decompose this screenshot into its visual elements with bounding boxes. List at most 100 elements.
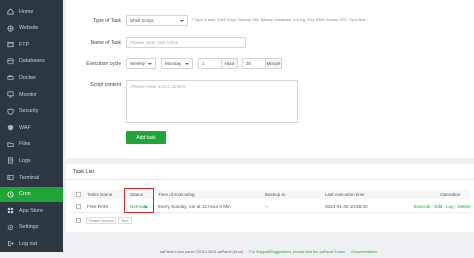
sidebar-item-label: Monitor — [19, 91, 37, 98]
task-name-placeholder: Please enter task name — [130, 40, 179, 45]
col-tasks-name: Tasks Name — [87, 192, 113, 197]
row-last-exec: 2024-01-30 10:55:00 — [325, 204, 368, 209]
sidebar-item-home[interactable]: Home — [0, 4, 63, 19]
database-icon — [6, 57, 14, 65]
edit-link[interactable]: Edit — [434, 204, 442, 209]
batch-run-label: Run — [121, 218, 129, 223]
sidebar-item-label: Databases — [19, 58, 45, 65]
cycle-value: Weekly — [130, 61, 145, 66]
sidebar-item-label: Terminal — [19, 174, 40, 181]
task-list-divider — [66, 179, 474, 180]
day-select[interactable]: Monday — [161, 58, 193, 69]
minute-input[interactable]: 30 — [242, 58, 266, 69]
logout-icon — [6, 240, 14, 248]
monitor-icon — [6, 91, 14, 99]
globe-icon — [6, 24, 14, 32]
sidebar-item-label: Logs — [19, 157, 31, 164]
minute-value: 30 — [246, 61, 252, 66]
sidebar-item-waf[interactable]: WAF — [0, 120, 63, 135]
row-checkbox[interactable] — [76, 204, 81, 209]
sidebar-item-label: Home — [19, 8, 34, 15]
sidebar-item-website[interactable]: Website — [0, 21, 63, 36]
sidebar-item-terminal[interactable]: Terminal — [0, 170, 63, 185]
sidebar-item-databases[interactable]: Databases — [0, 54, 63, 69]
sidebar-item-label: Website — [19, 25, 39, 32]
waf-icon — [6, 124, 14, 132]
app-store-icon — [6, 207, 14, 215]
chevron-down-icon — [180, 20, 184, 22]
sidebar-item-label: Files — [19, 141, 31, 148]
batch-run-button[interactable]: Run — [118, 217, 132, 224]
delete-link[interactable]: Delete — [458, 204, 471, 209]
sidebar-item-label: WAF — [19, 124, 31, 131]
sidebar-item-security[interactable]: Security — [0, 104, 63, 119]
footer: aaPanel Linux panel ©2014-2024 aaPanel (… — [63, 240, 474, 254]
op-separator: | — [443, 204, 445, 209]
folder-icon — [6, 140, 14, 148]
chevron-down-icon — [148, 63, 152, 65]
col-last-exec: Last execution time — [325, 192, 365, 197]
sidebar-item-files[interactable]: Files — [0, 137, 63, 152]
task-type-select[interactable]: Shell Script — [126, 15, 188, 26]
row-task-name: Free RAM — [87, 204, 108, 209]
sidebar-item-app-store[interactable]: App Store — [0, 203, 63, 218]
sidebar-item-label: FTP — [19, 41, 30, 48]
minute-unit: Minute — [266, 58, 282, 69]
row-backup: -- — [265, 204, 269, 209]
gear-icon — [6, 223, 14, 231]
logs-icon — [6, 157, 14, 165]
status-highlight-box — [124, 188, 154, 213]
add-task-button[interactable]: Add task — [126, 131, 166, 144]
sidebar-item-label: Settings — [19, 224, 39, 231]
sidebar-item-log-out[interactable]: Log out — [0, 236, 63, 251]
script-content-textarea[interactable] — [126, 80, 298, 123]
type-note: * Type of task: Shell Script, Backup Sit… — [192, 18, 366, 22]
name-label: Name of Task — [90, 40, 121, 46]
type-label: Type of Task — [93, 18, 121, 24]
task-type-value: Shell Script — [130, 18, 154, 23]
sidebar-item-label: Log out — [19, 240, 37, 247]
docker-icon — [6, 74, 14, 82]
row-operations: Execute | Edit | Log | Delete — [414, 204, 471, 209]
hour-input[interactable]: 1 — [198, 58, 222, 69]
shield-icon — [6, 107, 14, 115]
cycle-select[interactable]: Weekly — [126, 58, 156, 69]
sidebar-item-cron[interactable]: Cron — [0, 186, 63, 202]
chevron-down-icon — [185, 63, 189, 65]
footer-copyright: aaPanel Linux panel ©2014-2024 aaPanel (… — [160, 250, 244, 254]
row-time: Every Sunday, run at 12 Hour 0 Min — [158, 204, 231, 209]
hour-value: 1 — [202, 61, 205, 66]
sidebar: Home Website FTP Databases Docker Monitor Secu… — [0, 0, 63, 252]
log-link[interactable]: Log — [446, 204, 454, 209]
sidebar-item-docker[interactable]: Docker — [0, 70, 63, 85]
day-value: Monday — [165, 61, 182, 66]
op-separator: | — [431, 204, 434, 209]
col-time: Time of Executing — [158, 192, 195, 197]
ftp-icon — [6, 41, 14, 49]
clock-icon — [6, 190, 14, 198]
task-name-input[interactable]: Please enter task name — [126, 37, 246, 48]
batch-action-select[interactable]: Please choose — [86, 217, 116, 224]
script-label: Script content — [90, 82, 121, 88]
hour-unit: Hour — [222, 58, 238, 69]
sidebar-item-monitor[interactable]: Monitor — [0, 87, 63, 102]
batch-checkbox[interactable] — [76, 218, 81, 223]
batch-placeholder: Please choose — [88, 218, 114, 223]
footer-docs-link[interactable]: Documentation — [351, 250, 377, 254]
col-backup: Backup to — [265, 192, 286, 197]
sidebar-item-label: Cron — [19, 191, 31, 198]
sidebar-item-label: Security — [19, 108, 39, 115]
sidebar-item-logs[interactable]: Logs — [0, 153, 63, 168]
sidebar-item-settings[interactable]: Settings — [0, 220, 63, 235]
footer-support-link[interactable]: For Support|Suggestions, please visit th… — [249, 250, 345, 254]
col-operation: Operation — [440, 192, 461, 197]
op-separator: | — [455, 204, 457, 209]
sidebar-item-ftp[interactable]: FTP — [0, 37, 63, 52]
sidebar-item-label: App Store — [19, 207, 43, 214]
home-icon — [6, 8, 14, 16]
select-all-checkbox[interactable] — [76, 192, 81, 197]
execute-link[interactable]: Execute — [414, 204, 431, 209]
sidebar-item-label: Docker — [19, 74, 37, 81]
cycle-label: Execution cycle — [86, 61, 121, 67]
task-list-title: Task List — [73, 169, 94, 175]
